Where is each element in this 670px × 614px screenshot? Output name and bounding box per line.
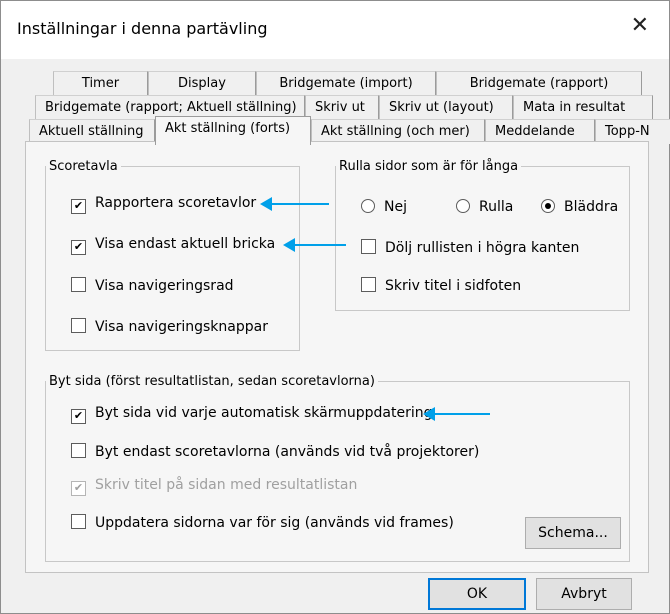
rulla-legend: Rulla sidor som är för långa xyxy=(339,159,519,174)
radio-circle[interactable] xyxy=(456,199,470,213)
rapportera-scoretavlor-checkbox[interactable]: ✔ Rapportera scoretavlor xyxy=(71,195,256,214)
checkbox-box[interactable]: ✔ xyxy=(71,199,86,214)
checkbox-label: Byt endast scoretavlorna (används vid tv… xyxy=(95,444,480,460)
title-bar: Inställningar i denna partävling ✕ xyxy=(1,1,669,59)
checkbox-label: Skriv titel på sidan med resultatlistan xyxy=(95,477,358,493)
dolj-rullisten-checkbox[interactable]: Dölj rullisten i högra kanten xyxy=(361,239,579,256)
tab-skriv-ut[interactable]: Skriv ut xyxy=(305,95,379,120)
radio-label: Nej xyxy=(384,199,407,215)
checkbox-box[interactable] xyxy=(361,277,376,292)
bytsida-legend: Byt sida (först resultatlistan, sedan sc… xyxy=(49,374,375,389)
cancel-button[interactable]: Avbryt xyxy=(536,578,632,610)
tab-mata-in-resultat[interactable]: Mata in resultat xyxy=(513,95,653,120)
checkbox-label: Byt sida vid varje automatisk skärmuppda… xyxy=(95,405,433,421)
checkbox-label: Skriv titel i sidfoten xyxy=(385,278,522,294)
dialog-title: Inställningar i denna partävling xyxy=(17,19,268,38)
tab-display[interactable]: Display xyxy=(148,71,256,96)
tab-row-3: Aktuell ställning Akt ställning (forts) … xyxy=(29,116,670,145)
checkbox-box[interactable]: ✔ xyxy=(71,240,86,255)
close-icon[interactable]: ✕ xyxy=(631,13,649,38)
uppdatera-sidorna-checkbox[interactable]: Uppdatera sidorna var för sig (används v… xyxy=(71,514,454,531)
visa-navigeringsknappar-checkbox[interactable]: Visa navigeringsknappar xyxy=(71,318,268,335)
checkbox-box[interactable] xyxy=(71,443,86,458)
checkbox-box[interactable]: ✔ xyxy=(71,409,86,424)
scoretavla-legend: Scoretavla xyxy=(49,159,118,174)
checkbox-box[interactable] xyxy=(361,239,376,254)
annotation-arrow xyxy=(423,407,490,421)
byt-sida-automatisk-checkbox[interactable]: ✔ Byt sida vid varje automatisk skärmuppd… xyxy=(71,405,432,424)
radio-circle[interactable] xyxy=(361,199,375,213)
checkbox-label: Visa endast aktuell bricka xyxy=(95,236,276,252)
schema-button[interactable]: Schema... xyxy=(525,517,621,549)
visa-navigeringsrad-checkbox[interactable]: Visa navigeringsrad xyxy=(71,277,234,294)
checkbox-box[interactable] xyxy=(71,318,86,333)
byt-endast-scoretavlorna-checkbox[interactable]: Byt endast scoretavlorna (används vid tv… xyxy=(71,443,479,460)
tab-bridgemate-import[interactable]: Bridgemate (import) xyxy=(256,71,436,96)
tab-timer[interactable]: Timer xyxy=(53,71,148,96)
checkbox-box[interactable] xyxy=(71,514,86,529)
radio-bladdra[interactable]: Bläddra xyxy=(541,199,618,215)
tab-akt-stallning-forts[interactable]: Akt ställning (forts) xyxy=(155,116,311,145)
radio-nej[interactable]: Nej xyxy=(361,199,407,215)
checkbox-box[interactable] xyxy=(71,277,86,292)
annotation-arrow xyxy=(260,197,329,211)
checkbox-box: ✔ xyxy=(71,481,86,496)
checkbox-label: Uppdatera sidorna var för sig (används v… xyxy=(95,515,454,531)
annotation-arrow xyxy=(283,238,346,252)
visa-endast-aktuell-bricka-checkbox[interactable]: ✔ Visa endast aktuell bricka xyxy=(71,236,275,255)
radio-circle-selected[interactable] xyxy=(541,199,555,213)
settings-dialog: Inställningar i denna partävling ✕ Timer… xyxy=(0,0,670,614)
checkbox-label: Rapportera scoretavlor xyxy=(95,195,257,211)
checkbox-label: Dölj rullisten i högra kanten xyxy=(385,240,580,256)
skriv-titel-sidfoten-checkbox[interactable]: Skriv titel i sidfoten xyxy=(361,277,521,294)
checkbox-label: Visa navigeringsknappar xyxy=(95,319,268,335)
ok-button[interactable]: OK xyxy=(428,578,526,610)
tab-bridgemate-rapport[interactable]: Bridgemate (rapport) xyxy=(436,71,642,96)
tab-row-1: Timer Display Bridgemate (import) Bridge… xyxy=(53,71,642,96)
radio-label: Rulla xyxy=(479,199,514,215)
tab-skriv-ut-layout[interactable]: Skriv ut (layout) xyxy=(379,95,513,120)
tab-row-2: Bridgemate (rapport; Aktuell ställning) … xyxy=(35,95,653,120)
radio-label: Bläddra xyxy=(564,199,619,215)
checkbox-label: Visa navigeringsrad xyxy=(95,278,234,294)
skriv-titel-resultatlistan-checkbox: ✔ Skriv titel på sidan med resultatlistan xyxy=(71,477,357,496)
radio-rulla[interactable]: Rulla xyxy=(456,199,513,215)
